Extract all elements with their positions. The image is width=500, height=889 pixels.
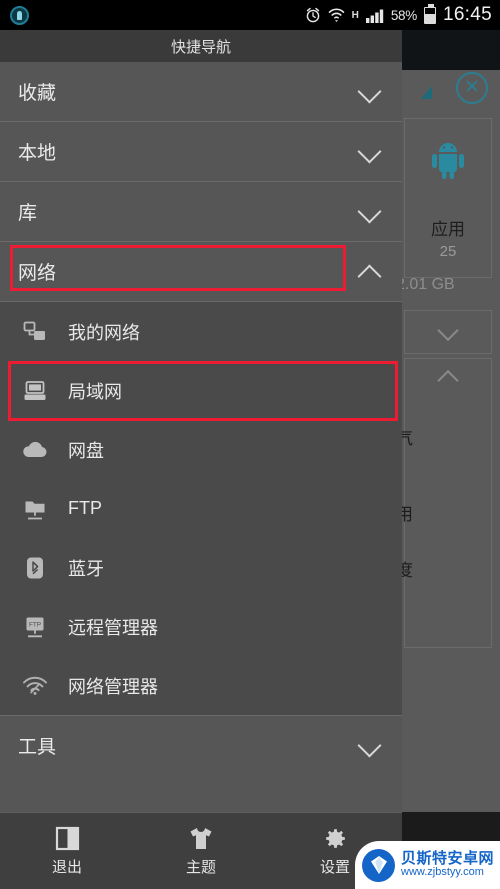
category-label: 网络: [18, 263, 57, 284]
close-circle-icon[interactable]: ✕: [456, 72, 488, 104]
bluetooth-icon: [18, 551, 52, 585]
chevron-down-icon: [437, 319, 459, 342]
tshirt-icon: [188, 825, 214, 851]
chevron-up-icon: [357, 263, 382, 289]
network-nodes-icon: [18, 315, 52, 349]
background-collapsed-row[interactable]: [404, 310, 492, 354]
chevron-down-icon: [357, 198, 382, 224]
android-robot-icon: [428, 141, 468, 184]
background-triangle-icon: [421, 86, 432, 99]
category-label: 本地: [18, 143, 57, 164]
network-item-lan[interactable]: 局域网: [0, 361, 402, 420]
app-notification-icon: [10, 5, 29, 25]
bottom-navigation-bar: 退出 主题 设置: [0, 812, 402, 889]
category-library[interactable]: 库: [0, 182, 402, 242]
folder-network-icon: [18, 492, 52, 526]
network-item-ftp[interactable]: FTP: [0, 479, 402, 538]
chevron-up-icon: [437, 369, 459, 392]
watermark-url: www.zjbstyy.com: [401, 866, 484, 879]
cloud-icon: [18, 433, 52, 467]
bottom-item-exit[interactable]: 退出: [0, 813, 134, 889]
background-app-card[interactable]: 应用 25: [404, 118, 492, 278]
chevron-down-icon: [357, 732, 382, 758]
status-bar-left: [10, 5, 29, 25]
category-local[interactable]: 本地: [0, 122, 402, 182]
screen: ✕ 应用 25 2.01 GB 气 用 度 H 58% 16:45 快捷导航 收…: [0, 0, 500, 889]
bottom-item-label: 退出: [51, 859, 82, 876]
network-item-label: 我的网络: [68, 322, 140, 343]
network-item-network-manager[interactable]: 网络管理器: [0, 656, 402, 715]
network-item-remote-manager[interactable]: FTP 远程管理器: [0, 597, 402, 656]
watermark-title: 贝斯特安卓网: [401, 850, 495, 868]
network-item-my-network[interactable]: 我的网络: [0, 302, 402, 361]
category-tools[interactable]: 工具: [0, 715, 402, 775]
network-type-h: H: [351, 9, 359, 21]
category-label: 库: [18, 203, 38, 224]
bottom-item-label: 主题: [185, 859, 216, 876]
background-card-count: 25: [439, 243, 457, 260]
svg-text:FTP: FTP: [29, 621, 41, 628]
wifi-icon: [328, 7, 345, 23]
wifi-manager-icon: [18, 669, 52, 703]
category-label: 收藏: [18, 83, 57, 104]
network-item-bluetooth[interactable]: 蓝牙: [0, 538, 402, 597]
drawer-title: 快捷导航: [0, 30, 402, 62]
network-item-label: 局域网: [68, 381, 122, 402]
chevron-down-icon: [357, 138, 382, 164]
background-storage-size: 2.01 GB: [396, 276, 455, 293]
background-card-label: 应用: [431, 220, 465, 239]
network-item-label: FTP: [68, 498, 102, 518]
signal-bars-icon: [365, 8, 384, 23]
network-item-label: 远程管理器: [68, 617, 158, 638]
watermark-texts: 贝斯特安卓网 www.zjbstyy.com: [401, 851, 494, 878]
gear-icon: [323, 825, 348, 851]
chevron-down-icon: [357, 78, 382, 104]
exit-door-icon: [55, 825, 80, 851]
battery-icon: [423, 3, 436, 24]
quick-navigation-drawer: 快捷导航 收藏 本地 库 网络 我的网络 局域网 网盘 FTP 蓝牙 FTP 远…: [0, 30, 402, 889]
network-items-list: 我的网络 局域网 网盘 FTP 蓝牙 FTP 远程管理器 网络管理器: [0, 302, 402, 715]
bottom-item-theme[interactable]: 主题: [134, 813, 268, 889]
category-network[interactable]: 网络: [0, 242, 402, 302]
network-item-label: 蓝牙: [68, 558, 104, 579]
battery-percent: 58%: [390, 7, 417, 23]
ftp-monitor-icon: FTP: [18, 610, 52, 644]
alarm-icon: [305, 7, 321, 23]
network-item-label: 网络管理器: [68, 676, 158, 697]
category-favorites[interactable]: 收藏: [0, 62, 402, 122]
laptop-icon: [18, 374, 52, 408]
shell-logo-icon: [362, 848, 395, 882]
drawer-content: 收藏 本地 库 网络 我的网络 局域网 网盘 FTP 蓝牙 FTP 远程管理器 …: [0, 62, 402, 889]
clock-time: 16:45: [442, 4, 492, 25]
status-bar-right: H 58% 16:45: [305, 3, 492, 26]
background-expanded-row[interactable]: [404, 358, 492, 648]
network-item-label: 网盘: [68, 440, 104, 461]
status-bar: H 58% 16:45: [0, 0, 500, 30]
network-item-cloud-disk[interactable]: 网盘: [0, 420, 402, 479]
site-watermark: 贝斯特安卓网 www.zjbstyy.com: [355, 841, 500, 889]
bottom-item-label: 设置: [319, 859, 350, 876]
category-label: 工具: [18, 737, 57, 758]
